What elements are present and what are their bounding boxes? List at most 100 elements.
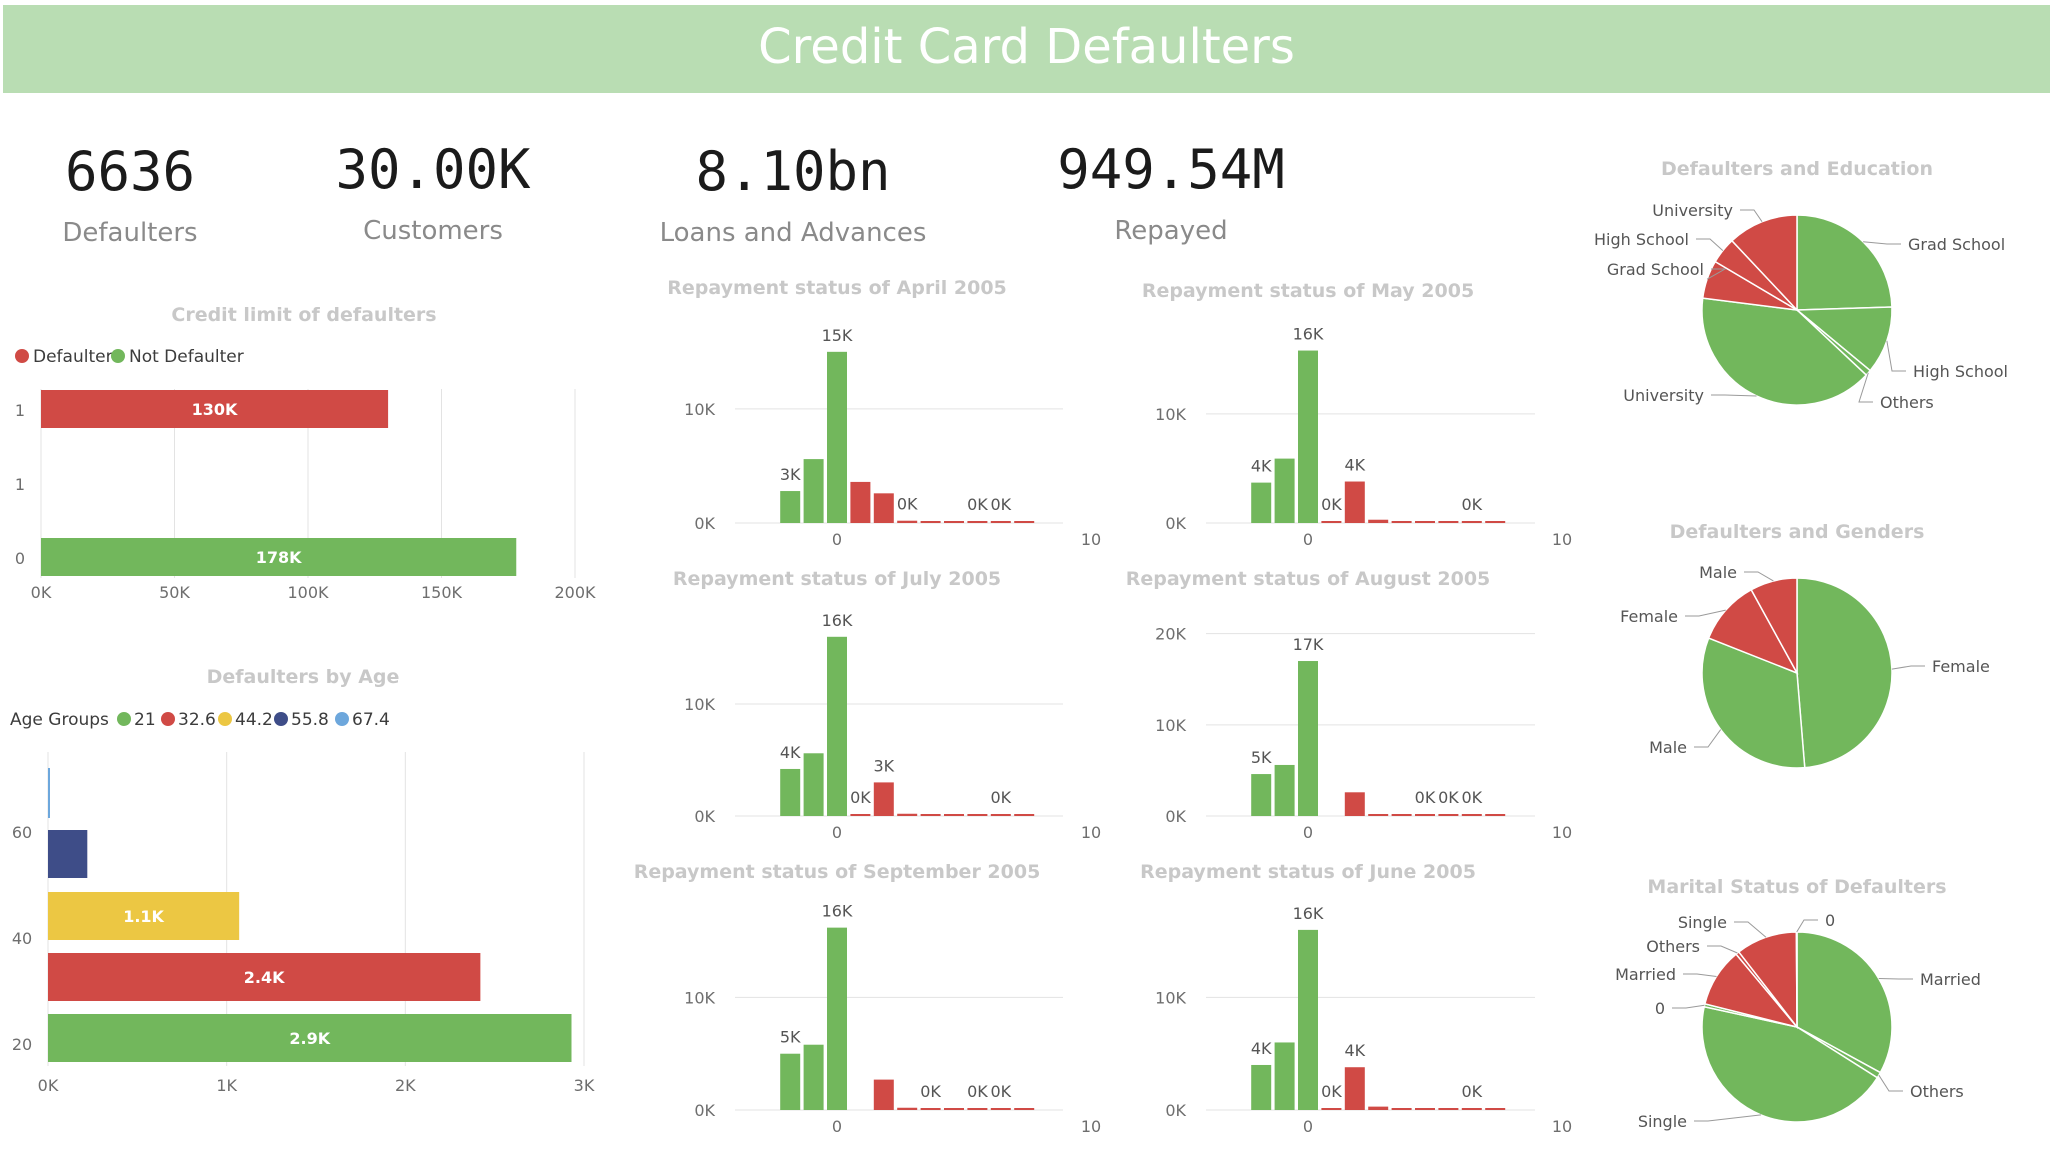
data-label: 0K (1461, 1082, 1482, 1101)
y-tick-label: 10K (684, 988, 715, 1007)
pie-label: Female (1620, 607, 1678, 626)
pie-leader-line (1886, 340, 1906, 372)
bar (920, 814, 941, 816)
data-label: 4K (1251, 457, 1272, 476)
bar (780, 491, 801, 523)
data-label: 5K (1251, 748, 1272, 767)
bar (1391, 814, 1412, 816)
bar (944, 1108, 964, 1110)
data-label: 0K (990, 1082, 1011, 1101)
legend-title: Age Groups (10, 710, 109, 730)
data-label: 0K (850, 788, 871, 807)
bar (1415, 814, 1435, 816)
x-tick-label: 10 (1552, 530, 1572, 549)
data-label: 16K (1293, 904, 1324, 923)
pie-leader-line (1683, 973, 1717, 978)
bar (1251, 1064, 1272, 1110)
y-tick-label: 0 (15, 549, 25, 568)
x-tick-label: 150K (421, 583, 463, 602)
legend-marker (111, 349, 125, 363)
data-label: 0K (990, 788, 1011, 807)
data-label: 130K (192, 400, 238, 419)
data-label: 17K (1293, 635, 1324, 654)
data-label: 0K (967, 1082, 988, 1101)
legend-marker (15, 349, 29, 363)
data-label: 0K (920, 1082, 941, 1101)
bar (967, 814, 988, 816)
pie-leader-line (1744, 571, 1774, 582)
pie-slice (1796, 577, 1893, 769)
rep-aug-title: Repayment status of August 2005 (1126, 568, 1491, 590)
pie-label: High School (1594, 230, 1689, 249)
pie-leader-line (1672, 1004, 1705, 1009)
y-tick-label: 1 (15, 401, 25, 420)
pie-leader-line (1685, 609, 1726, 617)
bar (1274, 458, 1295, 523)
pie-label: Male (1699, 563, 1737, 582)
legend-label: 21 (134, 710, 156, 730)
bar (1014, 814, 1035, 816)
bar (1368, 1106, 1389, 1110)
pie-leader-line (1707, 945, 1738, 954)
x-tick-label: 0 (1303, 1117, 1313, 1136)
legend-label: 55.8 (291, 710, 329, 730)
y-tick-label: 0K (1165, 514, 1186, 533)
bar (990, 814, 1011, 816)
bar (1251, 482, 1272, 523)
x-tick-label: 0 (1303, 823, 1313, 842)
rep-jun-title: Repayment status of June 2005 (1140, 861, 1476, 883)
y-tick-label: 10K (1155, 716, 1186, 735)
charts-layer: Credit limit of defaulters Defaulter Not D… (10, 158, 2008, 1136)
bar (1415, 521, 1435, 523)
pie-marital-title: Marital Status of Defaulters (1647, 876, 1946, 898)
pie-slice (1795, 931, 1798, 1028)
bar (1321, 521, 1342, 523)
bar (827, 351, 847, 523)
pie-leader-line (1863, 241, 1901, 245)
bar (944, 814, 964, 816)
bar (1461, 814, 1482, 816)
pie-label: High School (1913, 362, 2008, 381)
rep-sep-title: Repayment status of September 2005 (634, 861, 1041, 883)
bar (1274, 764, 1295, 816)
data-label: 0K (897, 495, 918, 514)
bar (1461, 521, 1482, 523)
legend-label: Defaulter (33, 347, 113, 367)
bar (1344, 792, 1365, 816)
pie-slice (1796, 214, 1893, 311)
data-label: 178K (256, 548, 302, 567)
data-label: 0K (1321, 495, 1342, 514)
data-label: 0K (1461, 788, 1482, 807)
legend-label: 32.6 (178, 710, 216, 730)
y-tick-label: 0K (1165, 807, 1186, 826)
pie-leader-line (1891, 665, 1925, 670)
rep-may-title: Repayment status of May 2005 (1142, 280, 1474, 302)
credit-limit-title: Credit limit of defaulters (171, 304, 436, 326)
data-label: 3K (873, 756, 894, 775)
x-tick-label: 1K (216, 1076, 237, 1095)
data-label: 4K (780, 743, 801, 762)
legend-marker (161, 712, 175, 726)
bar (1415, 1108, 1435, 1110)
bar (1274, 1042, 1295, 1110)
data-label: 3K (780, 465, 801, 484)
pie-leader-line (1711, 394, 1757, 397)
bar (967, 521, 988, 523)
bar (1014, 521, 1035, 523)
rep-apr-title: Repayment status of April 2005 (667, 277, 1007, 299)
data-label: 16K (822, 611, 853, 630)
pie-label: Single (1678, 913, 1727, 932)
x-tick-label: 50K (159, 583, 190, 602)
data-label: 4K (1344, 456, 1365, 475)
y-tick-label: 10K (684, 695, 715, 714)
bar (1391, 521, 1412, 523)
bar (920, 1108, 941, 1110)
y-tick-label: 20K (1155, 625, 1186, 644)
y-tick-label: 60 (12, 823, 32, 842)
bar (920, 521, 941, 523)
x-tick-label: 10 (1552, 1117, 1572, 1136)
x-tick-label: 0 (832, 823, 842, 842)
bar (1461, 1108, 1482, 1110)
x-tick-label: 0K (31, 583, 52, 602)
x-tick-label: 3K (574, 1076, 595, 1095)
